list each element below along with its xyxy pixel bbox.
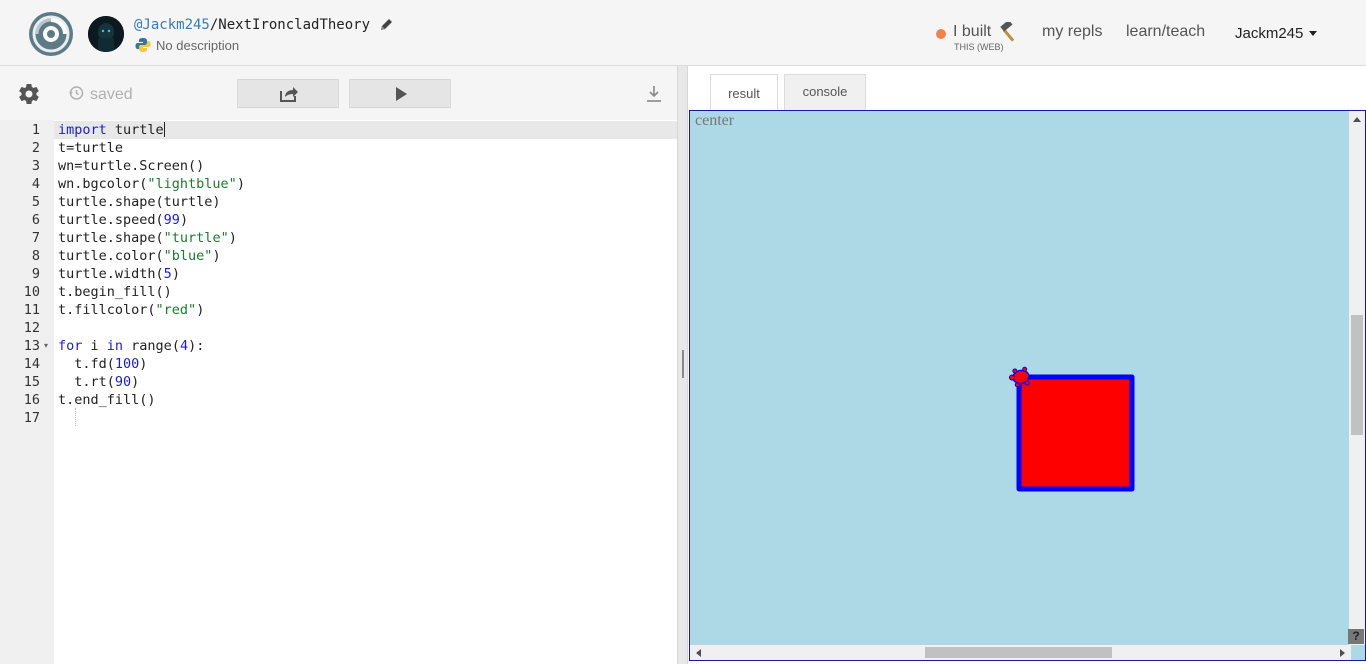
line-number: 13 — [23, 338, 40, 354]
gear-icon[interactable] — [17, 82, 41, 106]
code-line: turtle.shape(turtle) — [58, 194, 221, 210]
code-line: import turtle — [58, 122, 165, 138]
code-line: t.end_fill() — [58, 392, 156, 408]
ibuilt-button[interactable]: I built THIS (WEB) — [936, 22, 1028, 56]
nav-my-repls[interactable]: my repls — [1042, 23, 1102, 41]
horizontal-scrollbar[interactable] — [690, 645, 1351, 660]
code-line: t.fd(100) — [58, 356, 148, 372]
repl-logo-icon[interactable] — [28, 11, 74, 57]
line-number: 8 — [31, 248, 40, 264]
line-number-gutter: 1 2 3 4 5 6 7 8 9 10 11 12 13 ▾ 14 15 16 17 — [0, 120, 54, 664]
scroll-left-icon[interactable] — [696, 649, 701, 657]
code-line: wn.bgcolor("lightblue") — [58, 176, 245, 192]
line-number: 4 — [31, 176, 40, 192]
status-dot — [936, 29, 946, 39]
account-name: Jackm245 — [1235, 25, 1304, 42]
indent-guide — [75, 408, 76, 426]
line-number: 12 — [23, 320, 40, 336]
line-number: 16 — [23, 392, 40, 408]
turtle-canvas[interactable]: center ? — [689, 110, 1366, 661]
tab-console[interactable]: console — [784, 74, 866, 111]
ibuilt-label: I built — [953, 23, 992, 40]
line-number: 5 — [31, 194, 40, 210]
line-number: 3 — [31, 158, 40, 174]
line-number: 7 — [31, 230, 40, 246]
history-icon — [69, 86, 84, 100]
horizontal-scroll-thumb[interactable] — [925, 647, 1112, 658]
saved-label: saved — [90, 86, 133, 103]
caret-down-icon — [1309, 31, 1318, 36]
line-number: 2 — [31, 140, 40, 156]
help-button[interactable]: ? — [1348, 629, 1364, 644]
line-number: 9 — [31, 266, 40, 282]
account-menu[interactable]: Jackm245 — [1235, 25, 1318, 42]
pencil-icon[interactable] — [379, 18, 393, 32]
fold-toggle-icon[interactable]: ▾ — [44, 337, 48, 355]
hammer-icon — [1000, 22, 1015, 42]
code-line: t.fillcolor("red") — [58, 302, 205, 318]
text-cursor — [163, 122, 165, 137]
line-number: 10 — [23, 284, 40, 300]
turtle-cursor-icon — [1008, 366, 1030, 388]
line-number: 11 — [23, 302, 40, 318]
code-line: turtle.shape("turtle") — [58, 230, 237, 246]
splitter-grip[interactable] — [682, 350, 684, 378]
vertical-scrollbar[interactable] — [1349, 111, 1365, 645]
ibuilt-sublabel: THIS (WEB) — [954, 42, 1004, 52]
line-number: 1 — [31, 122, 40, 138]
code-line: for i in range(4): — [58, 338, 205, 354]
editor-pane: saved 1 2 3 4 5 6 7 8 9 10 11 12 13 ▾ 14 15 16 17 import … — [0, 66, 677, 664]
code-line: t.begin_fill() — [58, 284, 172, 300]
scroll-right-icon[interactable] — [1340, 649, 1345, 657]
share-button[interactable] — [237, 79, 339, 108]
avatar[interactable] — [88, 16, 124, 52]
vertical-scroll-thumb[interactable] — [1351, 315, 1363, 435]
line-number: 17 — [23, 410, 40, 426]
python-icon — [135, 38, 151, 52]
run-icon — [396, 87, 407, 101]
code-line: wn=turtle.Screen() — [58, 158, 205, 174]
username-link[interactable]: @Jackm245 — [134, 17, 210, 33]
scroll-up-icon[interactable] — [1353, 117, 1361, 122]
output-pane: result console center ? — [688, 66, 1366, 664]
line-number: 14 — [23, 356, 40, 372]
nav-learn-teach[interactable]: learn/teach — [1126, 23, 1205, 41]
filled-square — [1016, 374, 1135, 492]
code-line: turtle.color("blue") — [58, 248, 221, 264]
line-number: 15 — [23, 374, 40, 390]
code-line: turtle.width(5) — [58, 266, 180, 282]
run-button[interactable] — [349, 79, 451, 108]
turtle-drawing — [1008, 366, 1135, 492]
line-number: 6 — [31, 212, 40, 228]
editor-toolbar: saved — [0, 66, 677, 120]
top-header: @Jackm245/NextIroncladTheory No descript… — [0, 0, 1366, 66]
repl-description[interactable]: No description — [156, 38, 239, 53]
repl-title: @Jackm245/NextIroncladTheory — [134, 17, 370, 33]
download-icon[interactable] — [646, 85, 662, 103]
share-icon — [280, 87, 298, 102]
code-line: turtle.speed(99) — [58, 212, 189, 228]
pane-splitter[interactable] — [677, 66, 688, 664]
tab-result[interactable]: result — [710, 74, 778, 111]
repl-name[interactable]: NextIroncladTheory — [218, 17, 370, 33]
save-status: saved — [68, 85, 133, 104]
code-line: t.rt(90) — [58, 374, 140, 390]
code-line: t=turtle — [58, 140, 124, 156]
code-editor[interactable]: import turtle t=turtle wn=turtle.Screen(… — [58, 121, 245, 427]
